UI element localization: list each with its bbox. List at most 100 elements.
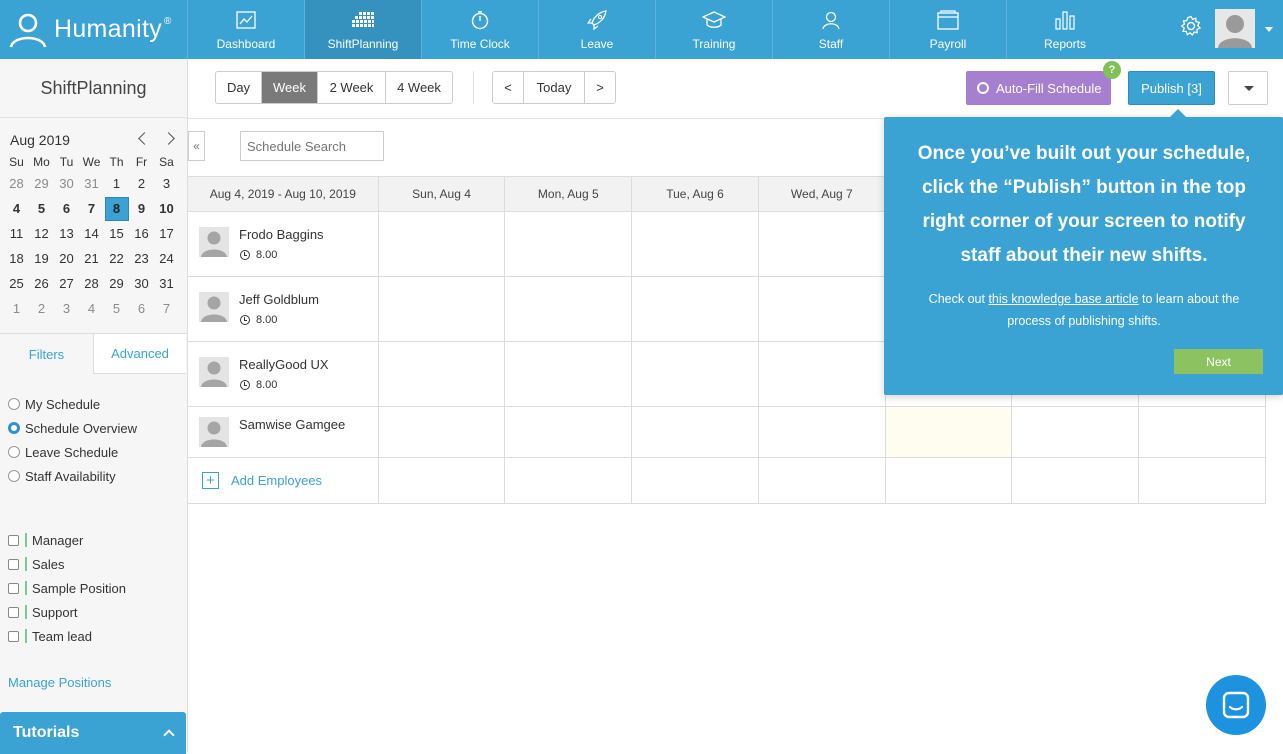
calendar-day[interactable]: 10 bbox=[154, 196, 179, 221]
calendar-day[interactable]: 30 bbox=[54, 171, 79, 196]
shift-cell[interactable] bbox=[505, 277, 633, 341]
calendar-day[interactable]: 14 bbox=[79, 221, 104, 246]
publish-dropdown-button[interactable] bbox=[1228, 71, 1268, 105]
calendar-day[interactable]: 2 bbox=[29, 296, 54, 321]
employee-name[interactable]: ReallyGood UX bbox=[239, 357, 329, 372]
tutorials-panel[interactable]: Tutorials bbox=[0, 712, 186, 754]
shift-cell[interactable] bbox=[632, 342, 759, 406]
chevron-right-icon[interactable] bbox=[162, 132, 175, 145]
nav-payroll[interactable]: Payroll bbox=[889, 0, 1006, 59]
radio-my-schedule[interactable]: My Schedule bbox=[8, 392, 187, 416]
calendar-day[interactable]: 7 bbox=[154, 296, 179, 321]
shift-cell[interactable] bbox=[759, 212, 886, 276]
tab-advanced[interactable]: Advanced bbox=[93, 334, 186, 374]
user-avatar[interactable] bbox=[1215, 9, 1255, 48]
tab-filters[interactable]: Filters bbox=[0, 334, 93, 374]
calendar-day[interactable]: 28 bbox=[79, 271, 104, 296]
calendar-day[interactable]: 3 bbox=[54, 296, 79, 321]
calendar-day[interactable]: 24 bbox=[154, 246, 179, 271]
humanity-logo[interactable]: Humanity ® bbox=[0, 0, 187, 59]
calendar-day[interactable]: 31 bbox=[79, 171, 104, 196]
nav-time-clock[interactable]: Time Clock bbox=[421, 0, 538, 59]
shift-cell[interactable] bbox=[1139, 407, 1266, 457]
nav-training[interactable]: Training bbox=[655, 0, 772, 59]
calendar-day[interactable]: 15 bbox=[104, 221, 129, 246]
view-day-button[interactable]: Day bbox=[216, 72, 262, 103]
shift-cell[interactable] bbox=[379, 407, 506, 457]
view-week-button[interactable]: Week bbox=[262, 72, 318, 103]
calendar-day[interactable]: 4 bbox=[79, 296, 104, 321]
next-period-button[interactable]: > bbox=[585, 72, 615, 103]
checkbox[interactable] bbox=[8, 534, 19, 546]
plus-icon[interactable]: + bbox=[202, 472, 219, 489]
nav-shiftplanning[interactable]: ShiftPlanning bbox=[304, 0, 421, 59]
employee-cell[interactable]: Frodo Baggins 8.00 bbox=[188, 212, 379, 276]
calendar-day[interactable]: 23 bbox=[129, 246, 154, 271]
calendar-day[interactable]: 26 bbox=[29, 271, 54, 296]
calendar-day[interactable]: 27 bbox=[54, 271, 79, 296]
calendar-day[interactable]: 7 bbox=[79, 196, 104, 221]
calendar-day[interactable]: 12 bbox=[29, 221, 54, 246]
nav-leave[interactable]: Leave bbox=[538, 0, 655, 59]
radio-staff-availability[interactable]: Staff Availability bbox=[8, 464, 187, 488]
radio-schedule-overview[interactable]: Schedule Overview bbox=[8, 416, 187, 440]
position-sales[interactable]: Sales bbox=[8, 552, 187, 576]
today-button[interactable]: Today bbox=[524, 72, 585, 103]
knowledge-base-link[interactable]: this knowledge base article bbox=[988, 292, 1138, 306]
shift-cell[interactable] bbox=[379, 212, 506, 276]
shift-cell[interactable] bbox=[379, 277, 506, 341]
calendar-day[interactable]: 5 bbox=[104, 296, 129, 321]
add-employees-cell[interactable]: + Add Employees bbox=[188, 458, 379, 503]
calendar-day[interactable]: 31 bbox=[154, 271, 179, 296]
chat-launcher-button[interactable] bbox=[1206, 675, 1266, 735]
calendar-day[interactable]: 13 bbox=[54, 221, 79, 246]
radio-button[interactable] bbox=[8, 398, 20, 410]
position-sample[interactable]: Sample Position bbox=[8, 576, 187, 600]
gear-icon[interactable] bbox=[1180, 15, 1202, 40]
shift-cell[interactable] bbox=[759, 277, 886, 341]
calendar-day[interactable]: 6 bbox=[129, 296, 154, 321]
employee-cell[interactable]: Jeff Goldblum 8.00 bbox=[188, 277, 379, 341]
calendar-day[interactable]: 25 bbox=[4, 271, 29, 296]
shift-cell[interactable] bbox=[1012, 407, 1140, 457]
calendar-day[interactable]: 4 bbox=[4, 196, 29, 221]
publish-button[interactable]: Publish [3] bbox=[1128, 71, 1215, 105]
calendar-day[interactable]: 3 bbox=[154, 171, 179, 196]
radio-button[interactable] bbox=[8, 470, 20, 482]
collapse-sidebar-icon[interactable]: « bbox=[188, 131, 205, 161]
radio-leave-schedule[interactable]: Leave Schedule bbox=[8, 440, 187, 464]
calendar-day[interactable]: 1 bbox=[4, 296, 29, 321]
checkbox[interactable] bbox=[8, 558, 19, 570]
calendar-day[interactable]: 19 bbox=[29, 246, 54, 271]
nav-staff[interactable]: Staff bbox=[772, 0, 889, 59]
shift-cell[interactable] bbox=[505, 407, 633, 457]
shift-cell[interactable] bbox=[505, 212, 633, 276]
calendar-day[interactable]: 17 bbox=[154, 221, 179, 246]
shift-cell[interactable] bbox=[379, 342, 506, 406]
autofill-schedule-button[interactable]: Auto-Fill Schedule bbox=[966, 71, 1111, 105]
calendar-day-selected[interactable]: 8 bbox=[104, 196, 129, 221]
shift-cell[interactable] bbox=[505, 342, 633, 406]
calendar-day[interactable]: 28 bbox=[4, 171, 29, 196]
view-4week-button[interactable]: 4 Week bbox=[386, 72, 452, 103]
calendar-day[interactable]: 29 bbox=[29, 171, 54, 196]
manage-positions-link[interactable]: Manage Positions bbox=[0, 648, 187, 690]
employee-name[interactable]: Samwise Gamgee bbox=[239, 417, 345, 432]
account-dropdown-icon[interactable] bbox=[1265, 27, 1273, 32]
radio-button[interactable] bbox=[8, 446, 20, 458]
calendar-day[interactable]: 30 bbox=[129, 271, 154, 296]
chevron-up-icon[interactable] bbox=[163, 729, 175, 741]
help-badge[interactable]: ? bbox=[1103, 61, 1121, 79]
calendar-day[interactable]: 21 bbox=[79, 246, 104, 271]
calendar-day[interactable]: 6 bbox=[54, 196, 79, 221]
employee-name[interactable]: Jeff Goldblum bbox=[239, 292, 319, 307]
calendar-day[interactable]: 5 bbox=[29, 196, 54, 221]
checkbox[interactable] bbox=[8, 606, 19, 618]
employee-name[interactable]: Frodo Baggins bbox=[239, 227, 324, 242]
radio-button-selected[interactable] bbox=[8, 422, 20, 434]
calendar-day[interactable]: 20 bbox=[54, 246, 79, 271]
checkbox[interactable] bbox=[8, 582, 19, 594]
checkbox[interactable] bbox=[8, 630, 19, 642]
shift-cell[interactable] bbox=[759, 342, 886, 406]
calendar-day[interactable]: 22 bbox=[104, 246, 129, 271]
